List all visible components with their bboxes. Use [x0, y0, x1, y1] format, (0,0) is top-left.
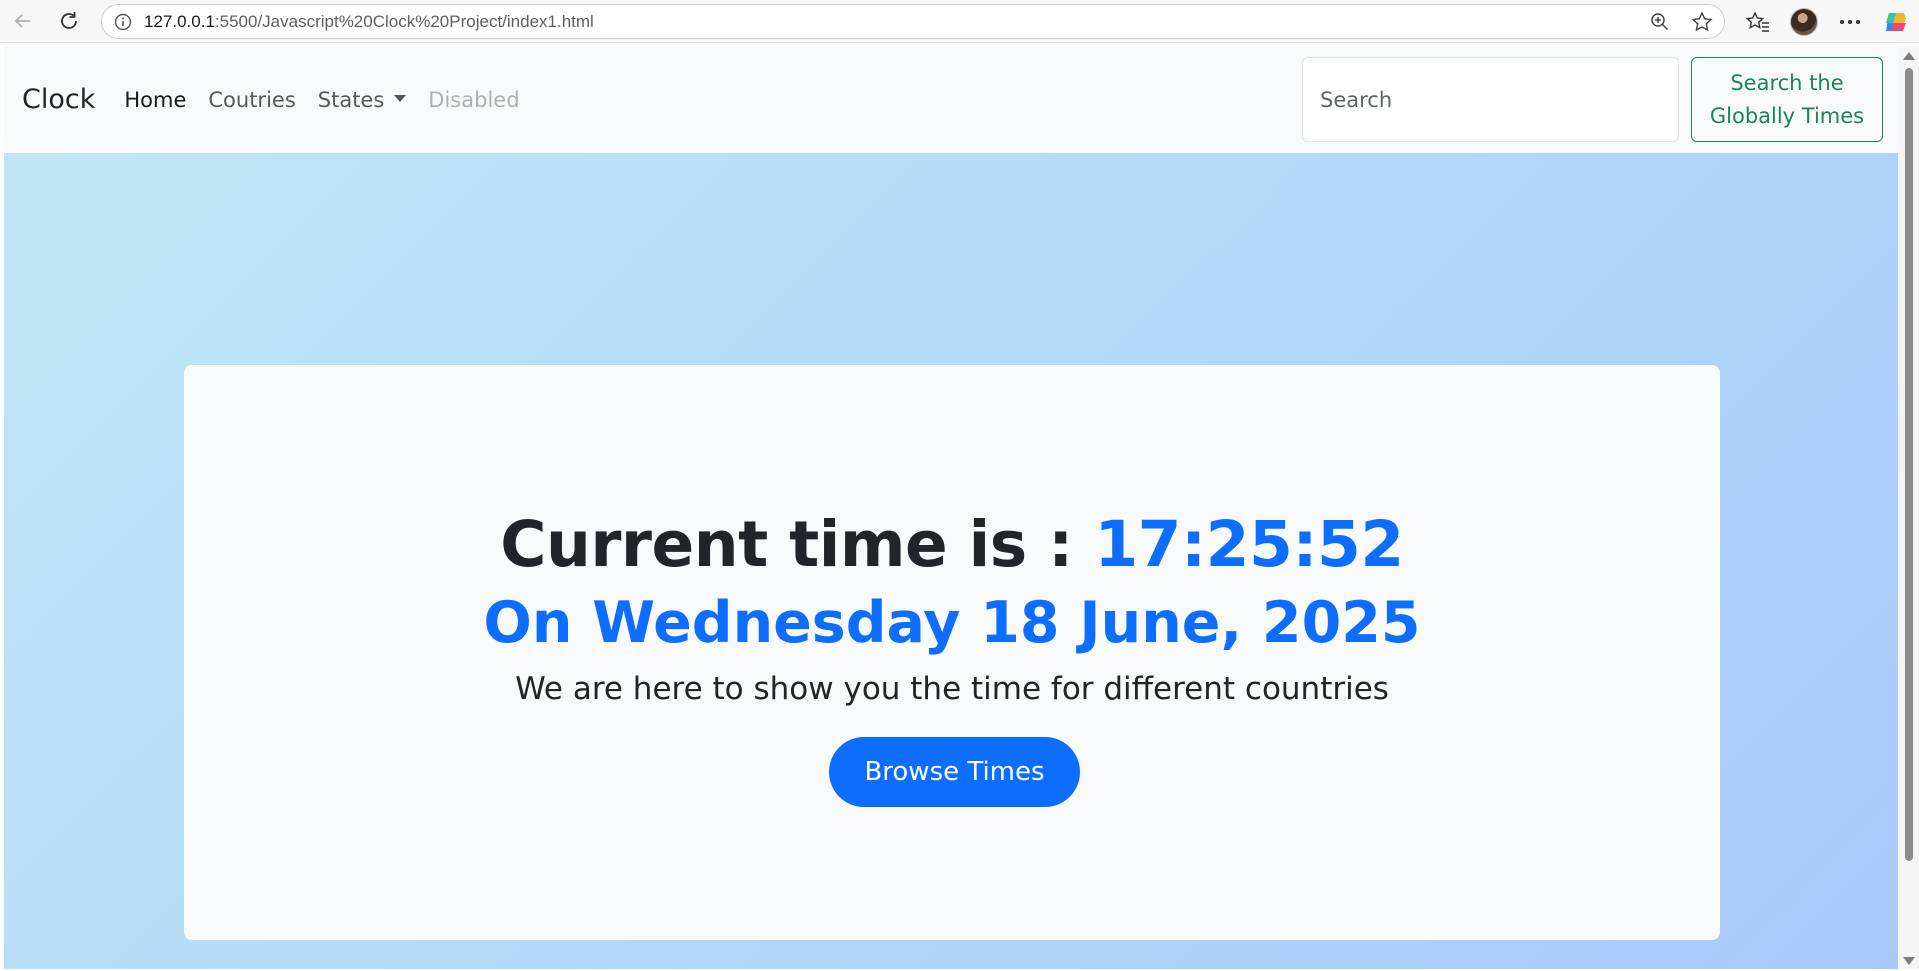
hero-section: Current time is : 17:25:52 On Wednesday … [4, 153, 1898, 969]
navbar: Clock Home Coutries States Disabled Sear… [4, 46, 1898, 153]
nav-link-disabled: Disabled [428, 87, 520, 112]
tagline: We are here to show you the time for dif… [515, 671, 1389, 707]
search-input[interactable] [1302, 57, 1679, 142]
search-form: Search the Globally Times [1302, 57, 1883, 142]
browse-times-button[interactable]: Browse Times [829, 737, 1080, 807]
scroll-up-icon[interactable] [1903, 52, 1915, 60]
url-host: 127.0.0.1 [144, 11, 215, 31]
profile-avatar[interactable] [1781, 4, 1827, 39]
back-arrow-icon[interactable] [10, 8, 36, 34]
nav-dropdown-states[interactable]: States [307, 88, 418, 112]
nav-link-countries[interactable]: Coutries [197, 88, 306, 112]
more-icon[interactable] [1827, 4, 1873, 39]
current-date: On Wednesday 18 June, 2025 [483, 590, 1421, 656]
nav-link-home[interactable]: Home [113, 88, 197, 112]
page-viewport: Clock Home Coutries States Disabled Sear… [4, 46, 1898, 969]
nav-dropdown-label: States [317, 87, 385, 112]
hero-card: Current time is : 17:25:52 On Wednesday … [184, 365, 1720, 940]
nav-links: Home Coutries States Disabled [113, 88, 530, 112]
navbar-brand[interactable]: Clock [22, 84, 95, 115]
copilot-icon[interactable] [1873, 4, 1919, 39]
search-button[interactable]: Search the Globally Times [1691, 57, 1883, 142]
zoom-icon[interactable] [1648, 10, 1672, 34]
current-time-heading: Current time is : 17:25:52 [184, 508, 1720, 581]
url-path: :5500/Javascript%20Clock%20Project/index… [214, 11, 594, 31]
star-icon[interactable] [1690, 10, 1714, 34]
caret-down-icon [394, 95, 407, 102]
favorites-icon[interactable] [1735, 4, 1781, 39]
scrollbar-thumb[interactable] [1905, 68, 1913, 861]
reload-icon[interactable] [56, 8, 82, 34]
scroll-down-icon[interactable] [1903, 957, 1915, 965]
search-button-line2: Globally Times [1709, 103, 1865, 128]
current-time-prefix: Current time is : [500, 508, 1095, 581]
search-button-line1: Search the [1730, 70, 1844, 95]
info-icon[interactable] [112, 11, 134, 33]
current-time-value: 17:25:52 [1094, 508, 1404, 581]
url-text: 127.0.0.1:5500/Javascript%20Clock%20Proj… [144, 12, 594, 32]
vertical-scrollbar[interactable] [1898, 46, 1919, 969]
address-bar[interactable]: 127.0.0.1:5500/Javascript%20Clock%20Proj… [101, 4, 1725, 39]
browser-toolbar: 127.0.0.1:5500/Javascript%20Clock%20Proj… [0, 0, 1919, 43]
